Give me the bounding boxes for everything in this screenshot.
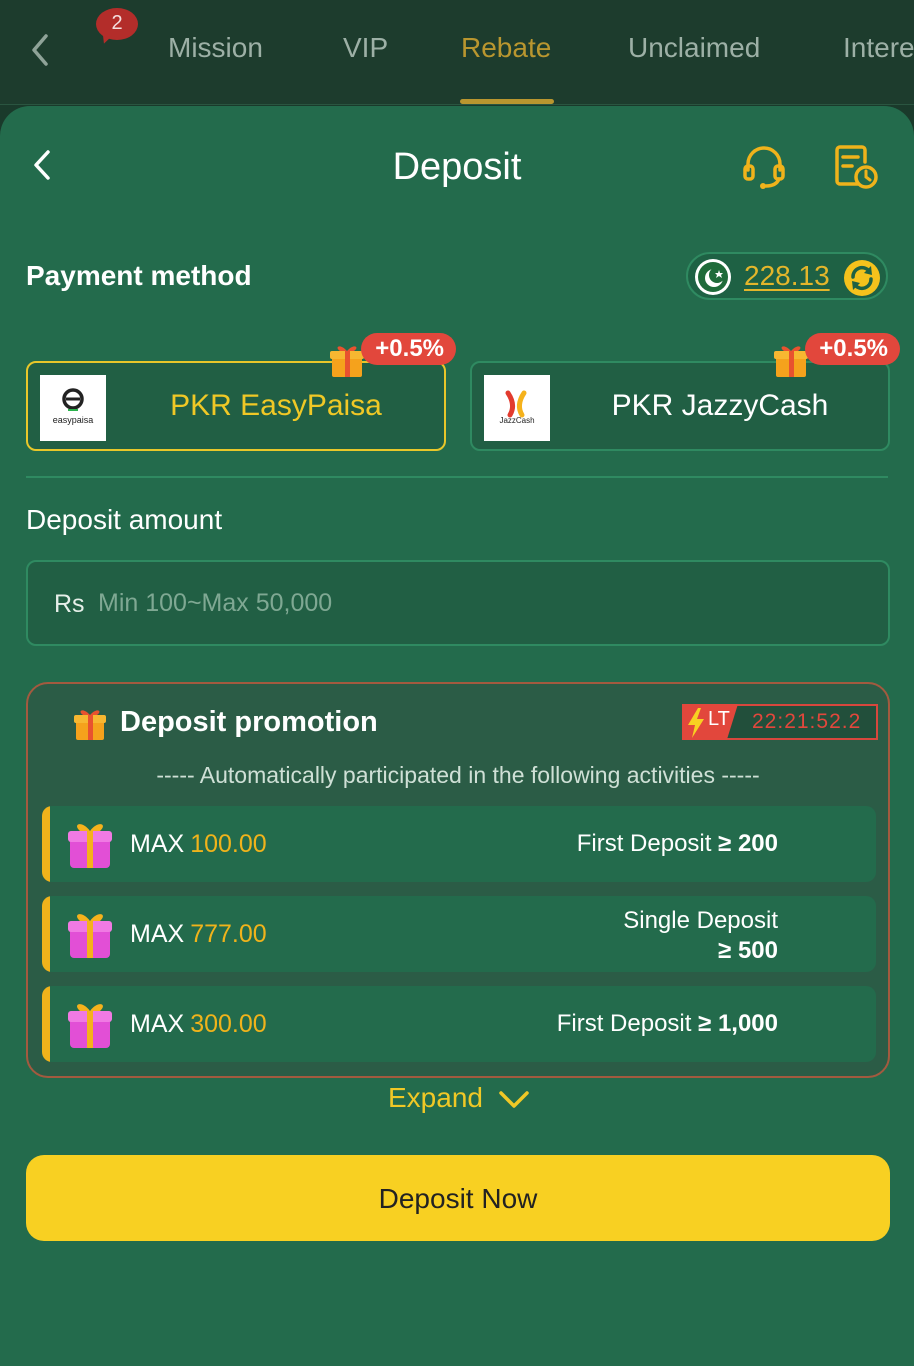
max-bonus: MAX 100.00 (130, 830, 267, 859)
condition-value: 1,000 (717, 1010, 778, 1037)
notification-count: 2 (96, 8, 138, 40)
condition-operator: ≥ (718, 937, 732, 964)
expand-label: Expand (388, 1082, 483, 1113)
condition-value: 200 (737, 830, 778, 857)
condition-text: Single Deposit (623, 907, 778, 934)
deposit-promotion-card: Deposit promotion LT 22:21:52.2 ----- Au… (26, 682, 890, 1078)
deposit-condition: Single Deposit ≥ 500 (623, 906, 778, 966)
easypaisa-logo-text: easypaisa (53, 415, 94, 425)
notification-badge[interactable]: 2 (96, 8, 140, 48)
payment-option-label: PKR JazzyCash (611, 389, 829, 422)
tab-unclaimed[interactable]: Unclaimed (628, 32, 760, 64)
condition-operator: ≥ (698, 1010, 712, 1037)
tab-vip[interactable]: VIP (343, 32, 388, 64)
jazzcash-logo-text: JazzCash (499, 416, 534, 425)
gift-box-icon (68, 824, 112, 868)
headset-support-icon[interactable] (742, 144, 786, 190)
deposit-sheet: Deposit Payment method 228.13 easypaisa … (0, 106, 914, 1366)
wallet-balance[interactable]: 228.13 (686, 252, 888, 300)
jazzcash-logo: JazzCash (484, 375, 550, 441)
payment-option-easypaisa[interactable]: easypaisa PKR EasyPaisa +0.5% (26, 333, 456, 451)
easypaisa-logo: easypaisa (40, 375, 106, 441)
condition-text: First Deposit (556, 1010, 692, 1037)
max-label: MAX (130, 1010, 185, 1038)
easypaisa-logo-icon: easypaisa (53, 388, 94, 425)
payment-option-label: PKR EasyPaisa (170, 389, 382, 422)
row-accent (42, 806, 50, 882)
top-nav: 2 Mission VIP Rebate Unclaimed Intere (0, 0, 914, 105)
promotion-title: Deposit promotion (120, 706, 378, 738)
deposit-condition: First Deposit ≥ 200 (577, 830, 778, 858)
deposit-amount-field[interactable]: Rs (26, 560, 890, 646)
section-divider (26, 476, 888, 478)
tab-mission[interactable]: Mission (168, 32, 263, 64)
tab-interest[interactable]: Intere (843, 32, 914, 64)
lightning-icon (688, 708, 704, 738)
payment-method-label: Payment method (26, 260, 252, 291)
lt-label: LT (708, 708, 730, 730)
condition-text: First Deposit (576, 830, 712, 857)
max-value: 300.00 (190, 1010, 267, 1038)
max-label: MAX (130, 830, 185, 858)
bonus-badge: +0.5% (805, 333, 900, 365)
payment-option-jazzcash[interactable]: JazzCash PKR JazzyCash +0.5% (470, 333, 900, 451)
max-value: 100.00 (190, 830, 267, 858)
max-value: 777.00 (190, 920, 267, 948)
row-accent (42, 896, 50, 972)
max-bonus: MAX 300.00 (130, 1010, 267, 1039)
condition-operator: ≥ (718, 830, 732, 857)
jazzcash-logo-icon: JazzCash (499, 390, 535, 425)
currency-prefix: Rs (54, 590, 85, 618)
expand-button[interactable]: Expand (388, 1082, 529, 1114)
promotion-subtitle: ----- Automatically participated in the … (156, 762, 760, 788)
balance-amount: 228.13 (744, 260, 830, 291)
bonus-badge: +0.5% (361, 333, 456, 365)
promotion-item[interactable]: MAX 777.00 Single Deposit ≥ 500 (42, 896, 876, 972)
pakistan-flag-icon (695, 259, 731, 295)
condition-value: 500 (737, 937, 778, 964)
deposit-amount-input[interactable] (96, 582, 800, 624)
deposit-now-button[interactable]: Deposit Now (26, 1155, 890, 1241)
deposit-amount-label: Deposit amount (26, 504, 223, 535)
countdown-timer: 22:21:52.2 (752, 710, 862, 733)
promotion-item[interactable]: MAX 300.00 First Deposit ≥ 1,000 (42, 986, 876, 1062)
deposit-history-icon[interactable] (832, 144, 878, 190)
chevron-down-icon (499, 1091, 529, 1108)
active-tab-indicator (460, 99, 554, 104)
max-bonus: MAX 777.00 (130, 920, 267, 949)
gift-icon (74, 710, 106, 740)
deposit-condition: First Deposit ≥ 1,000 (557, 1010, 778, 1038)
back-arrow-icon[interactable] (26, 30, 56, 70)
row-accent (42, 986, 50, 1062)
gift-box-icon (68, 1004, 112, 1048)
limited-time-timer: LT 22:21:52.2 (682, 704, 878, 740)
refresh-icon[interactable] (842, 258, 882, 298)
gift-box-icon (68, 914, 112, 958)
promotion-item[interactable]: MAX 100.00 First Deposit ≥ 200 (42, 806, 876, 882)
max-label: MAX (130, 920, 185, 948)
tab-rebate[interactable]: Rebate (461, 32, 551, 64)
